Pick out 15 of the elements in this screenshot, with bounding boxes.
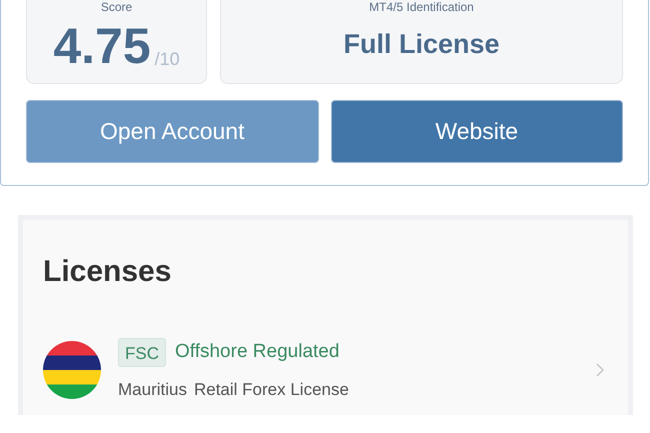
website-button[interactable]: Website <box>330 100 623 163</box>
score-value: 4.75 <box>53 20 151 72</box>
regulation-status: Offshore Regulated <box>175 340 340 364</box>
flag-icon <box>43 341 101 400</box>
identification-value: Full License <box>343 28 500 60</box>
identification-label: MT4/5 Identification <box>369 0 474 14</box>
score-max: /10 <box>154 48 180 70</box>
section-title: Licenses <box>43 254 172 290</box>
license-row[interactable]: FSC Offshore Regulated Mauritius Retail Forex License <box>43 338 608 402</box>
score-label: Score <box>100 0 132 14</box>
country-label: Mauritius <box>118 379 187 401</box>
regulator-badge: FSC <box>118 338 166 367</box>
chevron-right-icon <box>596 363 604 378</box>
license-type: Retail Forex License <box>194 379 349 401</box>
open-account-button[interactable]: Open Account <box>26 100 318 163</box>
